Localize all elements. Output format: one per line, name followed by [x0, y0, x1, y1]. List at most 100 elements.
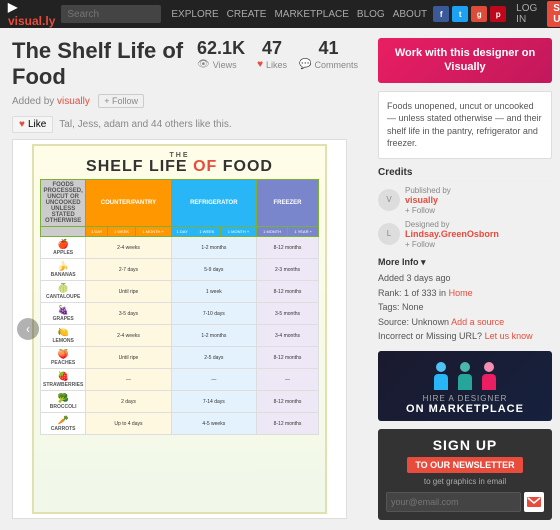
comment-icon: 💬 — [299, 59, 311, 70]
figure-2 — [457, 362, 473, 390]
figure-head-2 — [460, 362, 470, 372]
food-row: 🍑 PEACHES Until ripe 2-5 days 8-12 month… — [41, 347, 319, 369]
fridge-value: 1 week — [171, 281, 256, 303]
food-icon: 🍋 — [43, 327, 83, 338]
counter-value: Up to 4 days — [86, 413, 171, 435]
signup-cta: TO OUR NEWSLETTER — [407, 457, 522, 473]
on-marketplace-text: ON MARKETPLACE — [406, 403, 524, 415]
nav-links: EXPLORE CREATE MARKETPLACE BLOG ABOUT — [171, 9, 427, 20]
designer-follow[interactable]: + Follow — [405, 240, 435, 249]
fridge-value: 7-10 days — [171, 303, 256, 325]
food-row: 🥦 BROCCOLI 2 days 7-14 days 8-12 months — [41, 391, 319, 413]
figure-head-1 — [436, 362, 446, 372]
counter-value: 2-4 weeks — [86, 325, 171, 347]
comments-count: 41 — [299, 38, 358, 59]
facebook-icon[interactable]: f — [433, 6, 449, 22]
counter-value: Until ripe — [86, 281, 171, 303]
views-label: 👁 Views — [197, 59, 245, 70]
credits-title: Credits — [378, 167, 552, 181]
food-icon: 🍇 — [43, 305, 83, 316]
counter-value: 2 days — [86, 391, 171, 413]
freezer-value: — — [257, 369, 319, 391]
more-info-section: More Info ▾ Added 3 days ago Rank: 1 of … — [378, 257, 552, 343]
fridge-value: 7-14 days — [171, 391, 256, 413]
freezer-value: 2-3 months — [257, 259, 319, 281]
likes-count: 47 — [257, 38, 287, 59]
food-cell: 🍌 BANANAS — [41, 259, 86, 281]
let-us-know-link[interactable]: Let us know — [485, 331, 533, 341]
food-row: 🍓 STRAWBERRIES — — — — [41, 369, 319, 391]
tags-row: Tags: None — [378, 301, 552, 314]
stats-row: 62.1K 👁 Views 47 ♥ Likes 41 — [197, 38, 358, 70]
description-box: Foods unopened, uncut or uncooked — unle… — [378, 91, 552, 159]
likes-text: Tal, Jess, adam and 44 others like this. — [59, 119, 231, 130]
search-input[interactable] — [61, 5, 161, 23]
newsletter-submit-icon[interactable] — [524, 492, 544, 512]
food-name: BANANAS — [51, 272, 76, 278]
freezer-value: 8-12 months — [257, 413, 319, 435]
nav-blog[interactable]: BLOG — [357, 9, 385, 20]
fridge-value: 1-2 months — [171, 325, 256, 347]
counter-value: 3-5 days — [86, 303, 171, 325]
food-icon: 🍌 — [43, 261, 83, 272]
publisher-follow[interactable]: + Follow — [405, 206, 435, 215]
prev-arrow[interactable]: ‹ — [17, 318, 39, 340]
th-fridge: REFRIGERATOR — [171, 180, 256, 227]
designer-credit: L Designed by Lindsay.GreenOsborn + Foll… — [378, 219, 552, 249]
twitter-icon[interactable]: t — [452, 6, 468, 22]
social-icons: f t g p — [433, 6, 506, 22]
follow-button[interactable]: + Follow — [98, 94, 144, 108]
views-stat: 62.1K 👁 Views — [197, 38, 245, 70]
cta-title: Work with this designer on Visually — [386, 46, 544, 75]
designer-avatar: L — [378, 223, 400, 245]
google-plus-icon[interactable]: g — [471, 6, 487, 22]
marketplace-figures — [433, 362, 497, 390]
food-name: APPLES — [53, 250, 73, 256]
logo[interactable]: ▶ visual.ly — [8, 0, 55, 28]
inf-main-title: SHELF LIFE OF FOOD — [40, 159, 319, 175]
signup-title: SIGN UP — [386, 437, 544, 453]
nav-marketplace[interactable]: MARKETPLACE — [274, 9, 348, 20]
figure-1 — [433, 362, 449, 390]
counter-value: 2-7 days — [86, 259, 171, 281]
food-row: 🍌 BANANAS 2-7 days 5-9 days 2-3 months — [41, 259, 319, 281]
freezer-value: 8-12 months — [257, 237, 319, 259]
figure-body-1 — [434, 374, 448, 390]
signup-button[interactable]: SIGN UP — [547, 1, 560, 27]
fridge-value: 5-9 days — [171, 259, 256, 281]
views-count: 62.1K — [197, 38, 245, 59]
right-sidebar: Work with this designer on Visually Food… — [370, 28, 560, 530]
inf-title-area: THE SHELF LIFE OF FOOD — [40, 152, 319, 175]
nav-about[interactable]: ABOUT — [393, 9, 427, 20]
freezer-value: 8-12 months — [257, 391, 319, 413]
food-row: 🥕 CARROTS Up to 4 days 4-5 weeks 8-12 mo… — [41, 413, 319, 435]
food-name: GRAPES — [53, 316, 74, 322]
inf-table: Foods processed, uncut or uncooked unles… — [40, 179, 319, 435]
add-source-link[interactable]: Add a source — [451, 317, 504, 327]
marketplace-banner[interactable]: Hire a designer ON MARKETPLACE — [378, 351, 552, 421]
nav-explore[interactable]: EXPLORE — [171, 9, 218, 20]
newsletter-email-input[interactable] — [386, 492, 521, 512]
counter-value: — — [86, 369, 171, 391]
author-link[interactable]: visually — [57, 96, 90, 107]
food-cell: 🥕 CARROTS — [41, 413, 86, 435]
rank-cat-link[interactable]: Home — [449, 288, 473, 298]
designer-link[interactable]: Lindsay.GreenOsborn — [405, 229, 499, 239]
more-info-toggle[interactable]: More Info ▾ — [378, 257, 552, 268]
publisher-credit: V Published by visually + Follow — [378, 185, 552, 215]
food-icon: 🍎 — [43, 239, 83, 250]
cta-banner[interactable]: Work with this designer on Visually — [378, 38, 552, 83]
publisher-link[interactable]: visually — [405, 195, 438, 205]
figure-3 — [481, 362, 497, 390]
infographic-container: ‹ THE SHELF LIFE OF FOOD Foods processed… — [12, 139, 347, 519]
login-link[interactable]: LOG IN — [516, 3, 537, 25]
freezer-value: 8-12 months — [257, 281, 319, 303]
figure-body-2 — [458, 374, 472, 390]
pinterest-icon[interactable]: p — [490, 6, 506, 22]
nav-create[interactable]: CREATE — [227, 9, 267, 20]
likes-stat: 47 ♥ Likes — [257, 38, 287, 70]
food-cell: 🍈 CANTALOUPE — [41, 281, 86, 303]
source-row: Source: Unknown Add a source — [378, 316, 552, 329]
like-button[interactable]: ♥ Like — [12, 116, 53, 133]
main-content: The Shelf Life of Food Added by visually… — [0, 28, 560, 530]
